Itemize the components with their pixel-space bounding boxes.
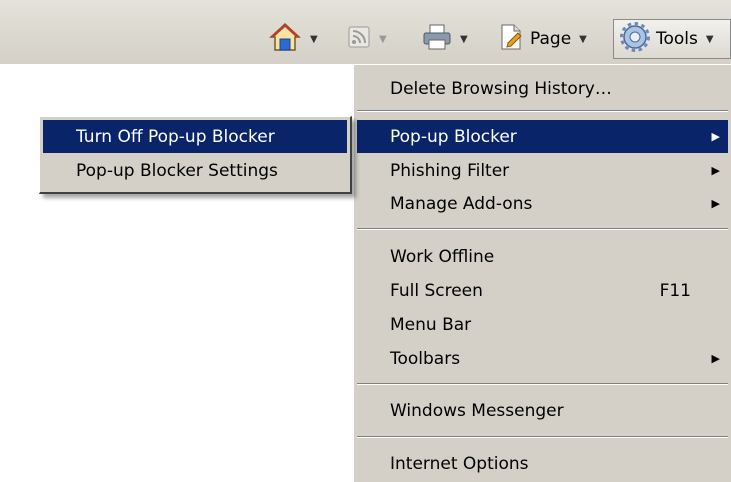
menu-item-label: Pop-up Blocker Settings [76,160,278,181]
menu-item-toolbars[interactable]: Toolbars ▶ [357,342,728,375]
print-button[interactable]: ▼ [422,21,468,57]
menu-item-label: Phishing Filter [390,160,510,181]
menu-item-turn-off-popup-blocker[interactable]: Turn Off Pop-up Blocker [43,120,347,153]
menu-item-work-offline[interactable]: Work Offline [357,240,728,273]
menu-item-phishing-filter[interactable]: Phishing Filter ▶ [357,154,728,187]
tools-button[interactable]: Tools ▼ [613,19,731,59]
menu-item-label: Pop-up Blocker [390,126,517,147]
home-button[interactable]: ▼ [268,21,318,57]
menu-item-label: Windows Messenger [390,400,564,421]
feeds-dropdown-arrow[interactable]: ▼ [379,34,387,45]
print-icon [422,23,452,56]
menu-separator [357,383,728,385]
menu-item-shortcut: F11 [659,280,691,301]
menu-item-popup-blocker[interactable]: Pop-up Blocker ▶ [357,120,728,153]
menu-item-windows-messenger[interactable]: Windows Messenger [357,394,728,427]
tools-menu: Delete Browsing History… Pop-up Blocker … [353,64,731,482]
feeds-button[interactable]: ▼ [347,21,387,57]
popup-blocker-submenu: Turn Off Pop-up Blocker Pop-up Blocker S… [39,116,352,194]
page-button[interactable]: Page ▼ [498,21,587,57]
submenu-arrow-icon: ▶ [711,352,720,365]
menu-item-menu-bar[interactable]: Menu Bar [357,308,728,341]
submenu-arrow-icon: ▶ [711,164,720,177]
menu-item-label: Turn Off Pop-up Blocker [76,126,275,147]
command-bar: ▼ ▼ ▼ Page ▼ Tools ▼ [0,0,731,64]
menu-item-label: Delete Browsing History… [390,78,612,99]
gear-icon [620,21,650,57]
menu-item-label: Manage Add-ons [390,193,533,214]
menu-item-full-screen[interactable]: Full Screen F11 [357,274,728,307]
menu-item-label: Full Screen [390,280,483,301]
menu-item-internet-options[interactable]: Internet Options [357,447,728,480]
menu-item-label: Toolbars [390,348,461,369]
menu-item-delete-browsing-history[interactable]: Delete Browsing History… [357,72,728,105]
tools-label: Tools [656,29,698,49]
menu-item-label: Menu Bar [390,314,472,335]
page-label: Page [530,29,572,49]
menu-item-label: Internet Options [390,453,529,474]
home-icon [268,21,302,58]
submenu-arrow-icon: ▶ [711,130,720,143]
menu-separator [357,110,728,112]
submenu-arrow-icon: ▶ [711,197,720,210]
menu-item-label: Work Offline [390,246,495,267]
menu-item-popup-blocker-settings[interactable]: Pop-up Blocker Settings [43,154,347,187]
page-icon [498,23,524,56]
feeds-icon [347,25,371,54]
menu-separator [357,436,728,438]
page-dropdown-arrow[interactable]: ▼ [579,34,587,45]
menu-item-manage-add-ons[interactable]: Manage Add-ons ▶ [357,187,728,220]
menu-separator [357,228,728,230]
print-dropdown-arrow[interactable]: ▼ [460,34,468,45]
home-dropdown-arrow[interactable]: ▼ [310,34,318,45]
tools-dropdown-arrow[interactable]: ▼ [706,34,714,45]
